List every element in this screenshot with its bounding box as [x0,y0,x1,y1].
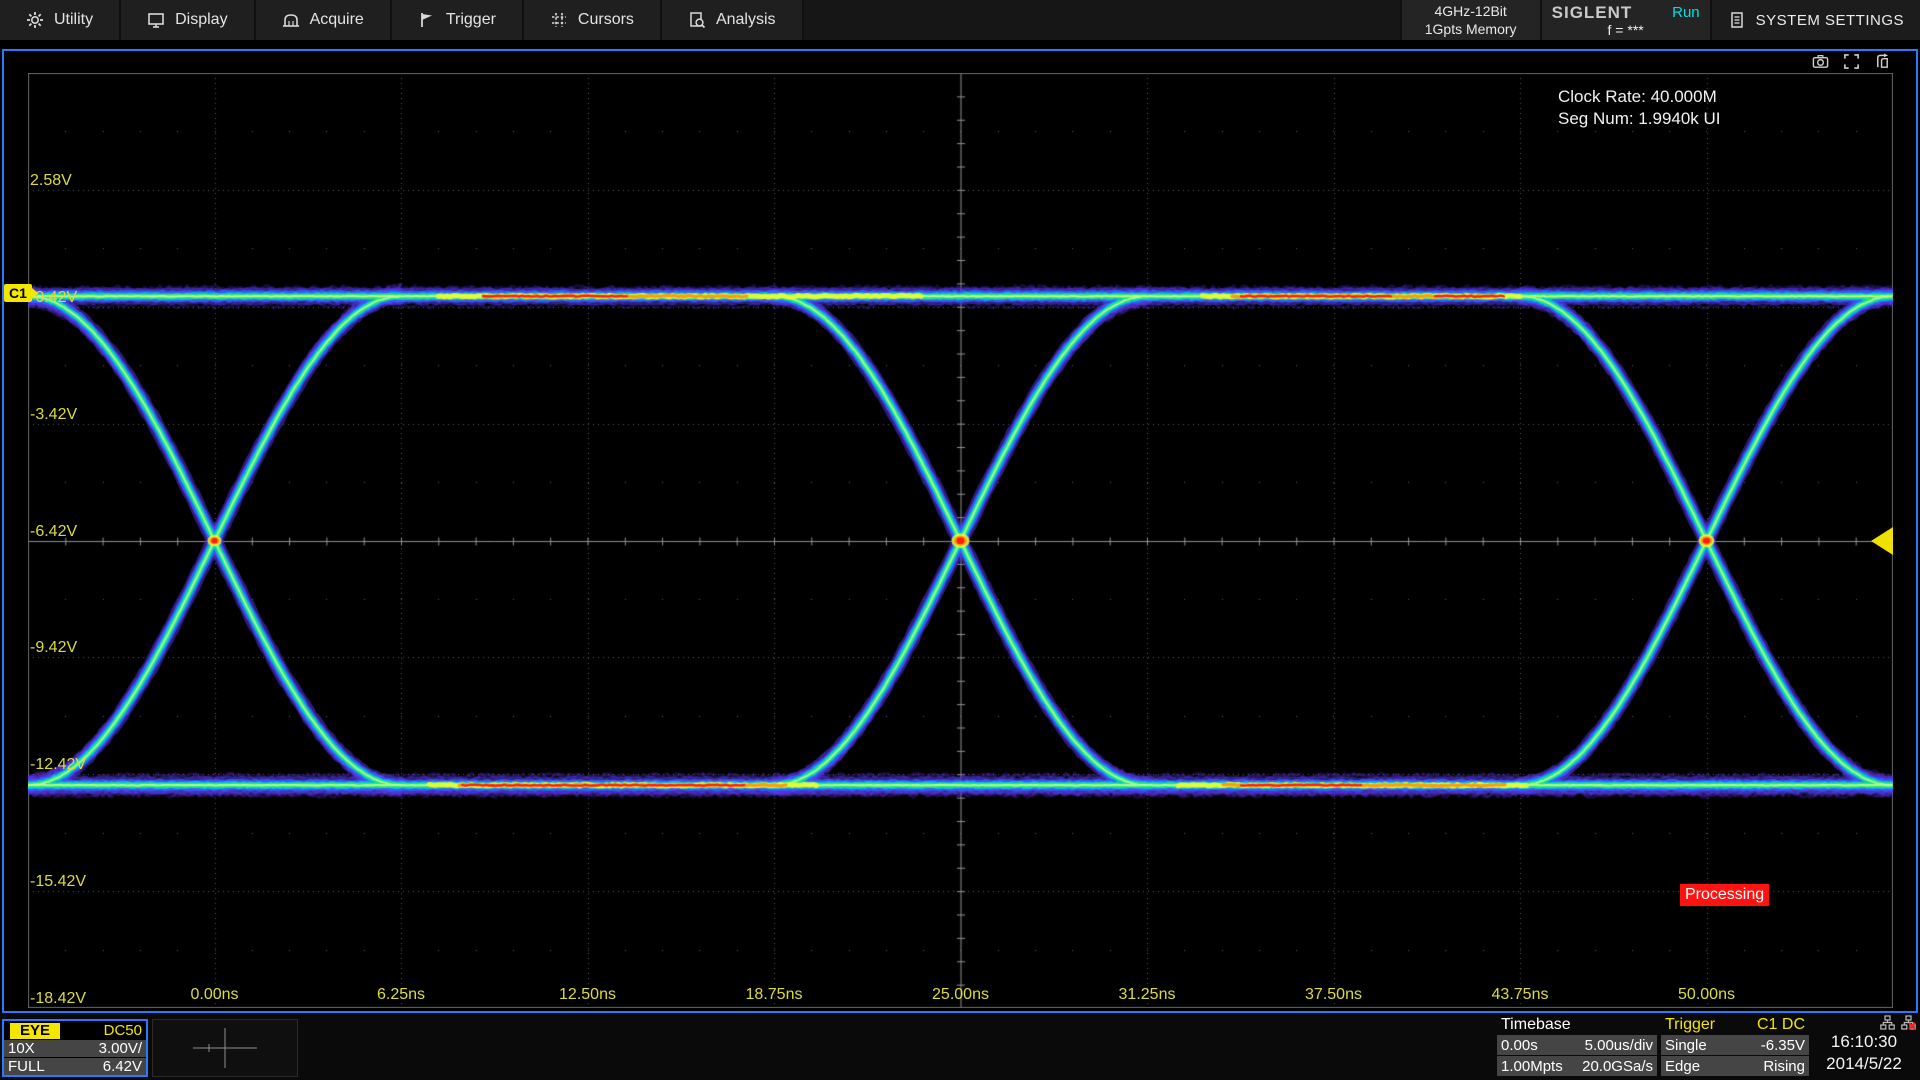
trigger-type: Edge [1665,1058,1700,1075]
timebase-title: Timebase [1501,1016,1571,1034]
eye-diagram-canvas[interactable] [28,73,1893,1008]
processing-status-badge: Processing [1680,884,1769,906]
system-settings-label: SYSTEM SETTINGS [1756,12,1904,29]
menu-analysis-label: Analysis [716,11,776,29]
x-axis-tick-label: 31.25ns [1119,986,1176,1004]
bandwidth-label: 4GHz-12Bit [1434,2,1506,20]
crosshair-icon [185,1025,265,1071]
x-axis-tick-label: 12.50ns [559,986,616,1004]
bottom-status-bar: EYE DC50 10X 3.00V/ FULL 6.42V Timebase [0,1013,1920,1080]
channel-probe-label: 10X [8,1040,35,1057]
channel-mode-chip: EYE [10,1023,60,1039]
trigger-title: Trigger [1665,1016,1715,1034]
y-axis-tick-label: -9.42V [30,639,77,657]
y-axis-tick-label: -0.42V [30,289,77,307]
menu-display[interactable]: Display [121,0,255,40]
brand-status-box: SIGLENT Run f = *** [1540,0,1710,40]
channel-offset-row: FULL 6.42V [4,1058,146,1075]
display-icon [147,11,165,29]
x-axis-tick-label: 6.25ns [377,986,425,1004]
timebase-panel[interactable]: Timebase 0.00s 5.00us/div 1.00Mpts 20.0G… [1497,1015,1657,1076]
trigger-source: C1 DC [1757,1016,1805,1034]
y-axis-tick-label: 2.58V [30,172,72,190]
x-axis-tick-label: 0.00ns [190,986,238,1004]
channel-scale-value: 3.00V/ [99,1040,142,1057]
x-axis-tick-label: 43.75ns [1492,986,1549,1004]
seg-num-text: Seg Num: 1.9940k UI [1558,108,1721,130]
channel-offset-value: 6.42V [103,1058,142,1075]
trigger-slope: Rising [1763,1058,1805,1075]
page-flip-icon[interactable] [1874,53,1891,70]
channel-coupling-label: DC50 [104,1022,142,1039]
channel-bandwidth-label: FULL [8,1058,45,1075]
x-axis-tick-label: 37.50ns [1305,986,1362,1004]
timebase-row-1: 0.00s 5.00us/div [1497,1035,1657,1055]
menu-trigger-label: Trigger [446,11,496,29]
trigger-panel[interactable]: Trigger C1 DC Single -6.35V Edge Rising [1661,1015,1809,1076]
timebase-points: 1.00Mpts [1501,1058,1563,1075]
menu-trigger[interactable]: Trigger [392,0,524,40]
menu-acquire[interactable]: Acquire [256,0,392,40]
clipboard-icon [1728,11,1746,29]
oscilloscope-screen: Utility Display Acquire Tr [0,0,1920,1080]
lan-disconnected-icon [1901,1015,1916,1030]
trigger-mode: Single [1665,1037,1707,1054]
system-settings-button[interactable]: SYSTEM SETTINGS [1710,0,1920,40]
x-axis-tick-label: 18.75ns [746,986,803,1004]
brand-logo: SIGLENT [1552,3,1633,23]
menu-cursors[interactable]: Cursors [524,0,662,40]
lan-icon [1880,1015,1895,1030]
system-time: 16:10:30 [1812,1031,1916,1053]
menu-bar-spacer [804,0,1400,40]
hardware-info-box: 4GHz-12Bit 1Gpts Memory [1400,0,1540,40]
cursors-icon [550,11,568,29]
timebase-delay: 0.00s [1501,1037,1538,1054]
y-axis-tick-label: -18.42V [30,990,86,1008]
position-indicator-box [152,1019,298,1077]
frequency-counter: f = *** [1542,23,1710,38]
channel-scale-row: 10X 3.00V/ [4,1040,146,1057]
trigger-level: -6.35V [1761,1037,1805,1054]
eye-measurement-readout: Clock Rate: 40.000M Seg Num: 1.9940k UI [1558,86,1721,130]
trigger-flag-icon [418,11,436,29]
system-status-area: 16:10:30 2014/5/22 [1812,1015,1916,1075]
x-axis-tick-label: 50.00ns [1678,986,1735,1004]
system-date: 2014/5/22 [1812,1053,1916,1075]
top-menu-bar: Utility Display Acquire Tr [0,0,1920,40]
menu-display-label: Display [175,11,227,29]
x-axis-tick-label: 25.00ns [932,986,989,1004]
run-state-indicator[interactable]: Run [1672,4,1700,21]
network-status-icons [1812,1015,1916,1031]
trigger-row-1: Single -6.35V [1661,1035,1809,1055]
timebase-sample-rate: 20.0GSa/s [1582,1058,1653,1075]
timebase-row-2: 1.00Mpts 20.0GSa/s [1497,1056,1657,1076]
acquire-icon [282,11,300,29]
y-axis-tick-label: -3.42V [30,406,77,424]
menu-analysis[interactable]: Analysis [662,0,804,40]
menu-cursors-label: Cursors [578,11,634,29]
trigger-level-marker[interactable] [1871,527,1893,555]
gear-icon [26,11,44,29]
clock-rate-text: Clock Rate: 40.000M [1558,86,1721,108]
channel-mode-row: EYE DC50 [4,1022,146,1039]
menu-acquire-label: Acquire [310,11,364,29]
y-axis-tick-label: -15.42V [30,873,86,891]
analysis-icon [688,11,706,29]
trigger-row-2: Edge Rising [1661,1056,1809,1076]
y-axis-tick-label: -12.42V [30,756,86,774]
fullscreen-icon[interactable] [1843,53,1860,70]
menu-utility-label: Utility [54,11,93,29]
plot-toolbar [1812,53,1891,70]
channel1-level-marker[interactable]: C1 [4,284,32,302]
channel1-descriptor-box[interactable]: EYE DC50 10X 3.00V/ FULL 6.42V [2,1019,148,1077]
timebase-scale: 5.00us/div [1585,1037,1653,1054]
menu-utility[interactable]: Utility [0,0,121,40]
camera-icon[interactable] [1812,53,1829,70]
memory-label: 1Gpts Memory [1425,20,1517,38]
y-axis-tick-label: -6.42V [30,523,77,541]
